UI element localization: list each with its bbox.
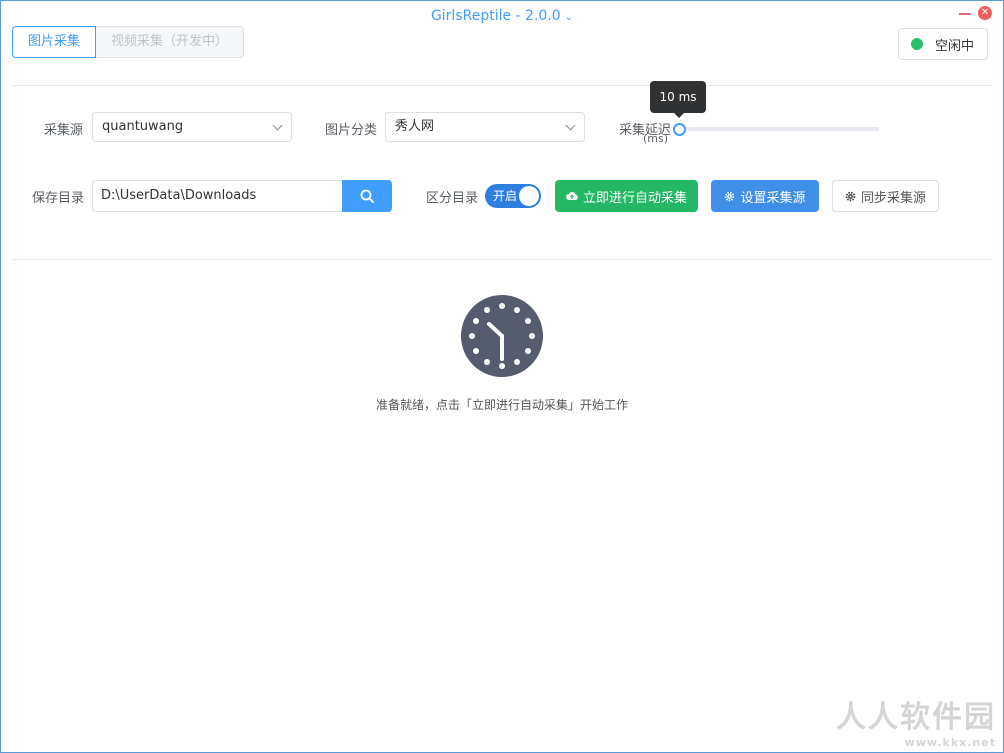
category-label: 图片分类 [325,123,378,138]
source-select[interactable]: quantuwang [92,112,292,142]
delay-tooltip: 10 ms [650,81,706,118]
sync-source-button[interactable]: 同步采集源 [832,180,939,212]
gear-icon [724,191,735,202]
clock-icon [461,295,543,377]
split-dir-label: 区分目录 [426,191,479,206]
category-select[interactable]: 秀人网 [385,112,585,142]
tab-image-collect[interactable]: 图片采集 [12,26,97,58]
site-watermark: 人人软件园 www.kkx.net [836,692,996,749]
dir-label: 保存目录 [32,191,85,206]
status-dot-icon [910,38,923,50]
source-select-value: quantuwang [102,119,184,134]
sync-gear-icon [845,191,856,202]
delay-slider-handle[interactable] [673,123,686,136]
divider-top [12,85,992,86]
minimize-button[interactable] [958,6,972,20]
ready-message: 准备就绪，点击「立即进行自动采集」开始工作 [375,398,628,412]
tab-video-collect: 视频采集（开发中） [96,26,245,58]
start-button-label: 立即进行自动采集 [582,190,687,206]
chevron-down-icon [565,120,576,131]
delay-unit: (ms) [643,132,669,145]
start-auto-collect-button[interactable]: 立即进行自动采集 [555,180,698,212]
category-select-value: 秀人网 [395,119,435,134]
window-title-text: GirlsReptile - 2.0.0 [430,8,561,24]
switch-text: 开启 [493,189,518,203]
split-dir-switch[interactable]: 开启 [485,184,541,208]
window-title[interactable]: GirlsReptile - 2.0.0 ⌄ [0,8,1004,24]
save-dir-input[interactable]: D:\UserData\Downloads [92,180,344,212]
dir-search-button[interactable] [342,180,392,212]
watermark-url: www.kkx.net [904,736,996,749]
sync-button-label: 同步采集源 [860,190,926,206]
config-source-button[interactable]: 设置采集源 [711,180,819,212]
chevron-down-icon: ⌄ [564,12,574,23]
source-label: 采集源 [44,123,84,138]
cloud-upload-icon [565,191,578,201]
status-text: 空闲中 [934,38,974,54]
chevron-down-icon [272,120,283,131]
config-button-label: 设置采集源 [740,190,806,206]
close-button[interactable]: ✕ [978,6,992,20]
mode-tabs: 图片采集 视频采集（开发中） [12,26,245,58]
divider-middle [12,259,992,260]
watermark-title: 人人软件园 [836,700,996,735]
status-badge: 空闲中 [897,28,988,60]
delay-slider-track[interactable] [679,127,879,131]
search-icon [360,189,374,203]
switch-knob [519,186,539,206]
